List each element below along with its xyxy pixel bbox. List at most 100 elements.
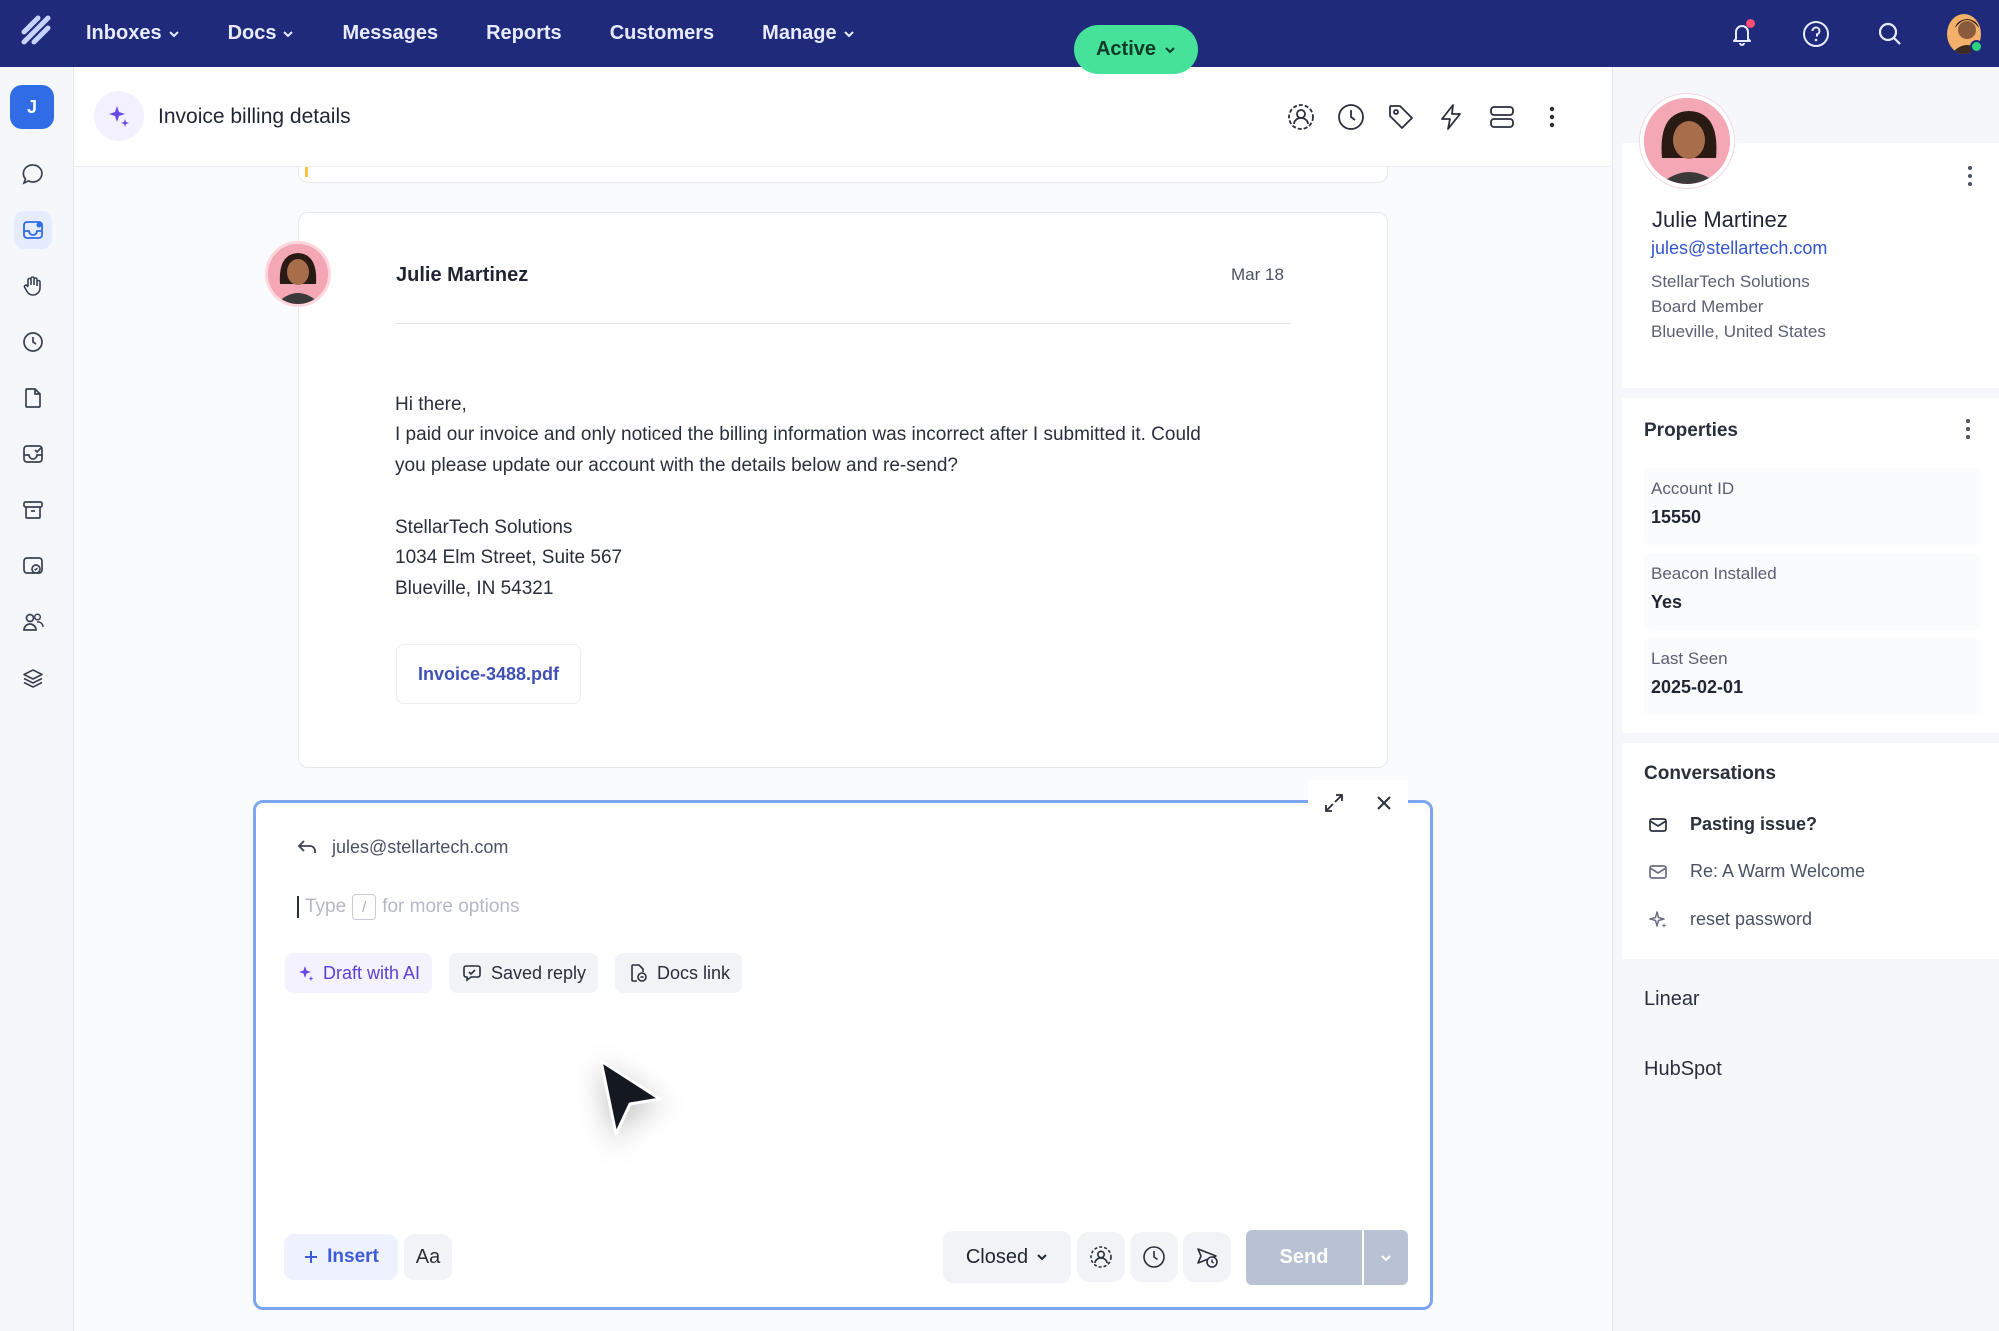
text-format-label: Aa [415, 1245, 441, 1268]
layers-icon[interactable] [14, 659, 52, 697]
shield-icon[interactable] [14, 547, 52, 585]
text-caret [297, 896, 299, 918]
hubspot-app-link[interactable]: HubSpot [1644, 1058, 1722, 1081]
send-button[interactable]: Send [1246, 1230, 1362, 1285]
draft-with-ai-label: Draft with AI [323, 962, 421, 983]
lightning-icon[interactable] [1431, 97, 1471, 137]
inbox-icon[interactable] [14, 211, 52, 249]
help-icon[interactable] [1799, 17, 1833, 51]
conversation-link-label: Re: A Warm Welcome [1690, 861, 1866, 881]
conversation-link-label: reset password [1690, 909, 1813, 929]
document-icon[interactable] [14, 379, 52, 417]
chevron-down-icon [1165, 46, 1175, 53]
property-value: 2025-02-01 [1651, 677, 1744, 697]
customer-company: StellarTech Solutions [1651, 272, 1810, 291]
nav-customers-label: Customers [609, 22, 715, 44]
top-navigation-bar: Inboxes Docs Messages Reports Customers … [0, 0, 1999, 67]
helpscout-logo-icon[interactable] [18, 12, 54, 48]
assign-icon[interactable] [1281, 97, 1321, 137]
reply-to-row[interactable]: jules@stellartech.com [296, 836, 508, 858]
conversations-title: Conversations [1644, 763, 1776, 784]
nav-docs-label: Docs [227, 22, 277, 44]
message-body-line: Blueville, IN 54321 [395, 578, 554, 599]
linear-app-link[interactable]: Linear [1644, 988, 1700, 1011]
assign-icon[interactable] [1077, 1232, 1125, 1282]
tag-icon[interactable] [1381, 97, 1421, 137]
previous-message-accent [305, 167, 308, 177]
message-body-line: StellarTech Solutions [395, 517, 573, 538]
attachment-filename: Invoice-3488.pdf [417, 663, 560, 684]
nav-manage[interactable]: Manage [738, 0, 878, 67]
message-body-line: I paid our invoice and only noticed the … [395, 424, 1201, 445]
conversation-link[interactable]: Re: A Warm Welcome [1648, 861, 1865, 882]
status-after-send-label: Closed [965, 1245, 1029, 1268]
reply-to-email: jules@stellartech.com [332, 836, 509, 857]
reply-icon [297, 840, 316, 853]
send-label: Send [1279, 1246, 1329, 1268]
chat-icon[interactable] [14, 155, 52, 193]
divider [396, 323, 1291, 324]
more-vertical-icon[interactable] [1960, 162, 1980, 190]
chevron-down-icon [168, 30, 179, 37]
snooze-clock-icon[interactable] [1331, 97, 1371, 137]
top-right-actions [1725, 0, 1983, 67]
status-label: Active [1095, 38, 1157, 60]
nav-messages[interactable]: Messages [318, 0, 462, 67]
message-body-line: you please update our account with the d… [395, 455, 958, 476]
chevron-down-icon [283, 30, 294, 37]
message-body-line: Hi there, [395, 394, 467, 415]
nav-reports-label: Reports [486, 22, 562, 44]
saved-reply-label: Saved reply [491, 962, 587, 983]
conversation-title: Invoice billing details [158, 105, 351, 128]
close-icon[interactable] [1374, 793, 1394, 818]
nav-reports[interactable]: Reports [462, 0, 586, 67]
status-after-send-dropdown[interactable]: Closed [943, 1231, 1071, 1283]
workspace-initial: J [26, 96, 37, 117]
archive-icon[interactable] [14, 491, 52, 529]
nav-docs[interactable]: Docs [204, 0, 319, 67]
more-vertical-icon[interactable] [1532, 97, 1572, 137]
reply-text-input[interactable]: Type / for more options [297, 894, 520, 920]
more-vertical-icon[interactable] [1958, 415, 1978, 443]
send-options-button[interactable] [1364, 1230, 1408, 1285]
layout-icon[interactable] [1482, 97, 1522, 137]
customer-role: Board Member [1651, 297, 1764, 316]
conversation-link[interactable]: reset password [1648, 909, 1812, 930]
status-dropdown-button[interactable]: Active [1074, 25, 1198, 74]
insert-button[interactable]: Insert [284, 1234, 398, 1280]
people-icon[interactable] [14, 603, 52, 641]
slash-key-hint: / [352, 894, 377, 920]
workspace-avatar[interactable]: J [10, 85, 54, 129]
nav-manage-label: Manage [762, 22, 837, 44]
check-inbox-icon[interactable] [14, 435, 52, 473]
conversation-link[interactable]: Pasting issue? [1648, 814, 1817, 835]
attachment-link[interactable]: Invoice-3488.pdf [396, 644, 581, 704]
left-icon-rail: J [0, 67, 74, 1331]
nav-inboxes[interactable]: Inboxes [86, 0, 204, 67]
hand-icon[interactable] [14, 267, 52, 305]
message-body-line: 1034 Elm Street, Suite 567 [395, 547, 623, 568]
clock-icon[interactable] [14, 323, 52, 361]
expand-icon[interactable] [1323, 792, 1345, 819]
search-icon[interactable] [1873, 17, 1907, 51]
previous-message-card [298, 167, 1388, 183]
docs-link-button[interactable]: Docs link [615, 953, 743, 993]
composer-window-controls [1308, 780, 1408, 830]
sparkle-icon [94, 91, 144, 141]
schedule-send-icon[interactable] [1183, 1232, 1231, 1282]
online-status-dot [1970, 39, 1983, 53]
customer-name: Julie Martinez [1652, 207, 1788, 232]
placeholder-prefix: Type [305, 896, 347, 917]
mouse-cursor-icon [599, 1059, 662, 1136]
user-avatar[interactable] [1947, 13, 1983, 54]
saved-reply-button[interactable]: Saved reply [449, 953, 599, 993]
nav-customers[interactable]: Customers [586, 0, 738, 67]
docs-link-label: Docs link [657, 962, 731, 983]
property-label: Last Seen [1651, 649, 1728, 668]
text-format-button[interactable]: Aa [404, 1234, 452, 1280]
draft-with-ai-button[interactable]: Draft with AI [285, 953, 433, 993]
bell-icon[interactable] [1725, 17, 1759, 51]
customer-email[interactable]: jules@stellartech.com [1651, 238, 1827, 259]
snooze-clock-icon[interactable] [1130, 1232, 1178, 1282]
main-menu: Inboxes Docs Messages Reports Customers … [86, 0, 879, 67]
